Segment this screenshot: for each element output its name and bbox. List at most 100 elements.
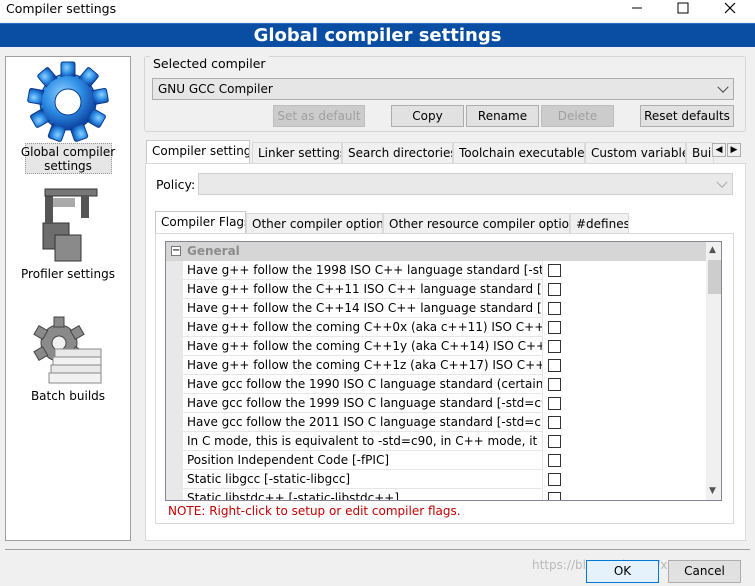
row-gutter (166, 280, 183, 299)
vertical-scrollbar[interactable]: ▲ ▼ (706, 242, 721, 500)
chevron-down-icon (716, 176, 728, 188)
flag-row[interactable]: Static libstdc++ [-static-libstdc++] (166, 489, 706, 500)
row-gutter (166, 394, 183, 413)
batch-gears-icon (33, 316, 102, 384)
banner-title: Global compiler settings (253, 25, 502, 46)
maximize-button[interactable] (665, 0, 701, 16)
flag-row[interactable]: Have g++ follow the coming C++1z (aka C+… (166, 356, 706, 375)
flag-row[interactable]: Have g++ follow the 1998 ISO C++ languag… (166, 261, 706, 280)
row-gutter (166, 337, 183, 356)
tab-toolchain-executables[interactable]: Toolchain executables (453, 142, 585, 163)
flag-checkbox[interactable] (548, 473, 561, 486)
row-gutter (166, 299, 183, 318)
flag-checkbox[interactable] (548, 302, 561, 315)
tab-build-options[interactable]: Bui (686, 142, 714, 163)
tab-defines[interactable]: #defines (570, 213, 629, 233)
flag-row[interactable]: Have gcc follow the 1999 ISO C language … (166, 394, 706, 413)
flag-checkbox[interactable] (548, 454, 561, 467)
flag-label: Have g++ follow the coming C++0x (aka c+… (183, 318, 543, 337)
scroll-down-icon[interactable]: ▼ (709, 486, 716, 496)
tab-scroll-left-button[interactable]: ◀ (712, 143, 726, 157)
flag-label: In C mode, this is equivalent to -std=c9… (183, 432, 543, 451)
row-gutter (166, 470, 183, 489)
flag-checkbox[interactable] (548, 416, 561, 429)
reset-defaults-button[interactable]: Reset defaults (640, 105, 734, 127)
flag-checkbox[interactable] (548, 378, 561, 391)
flag-group-header[interactable]: − General (166, 242, 706, 261)
flag-row[interactable]: Position Independent Code [-fPIC] (166, 451, 706, 470)
copy-button[interactable]: Copy (391, 105, 464, 127)
category-label: Batch builds (30, 389, 106, 403)
minimize-icon (632, 7, 642, 9)
tab-compiler-flags[interactable]: Compiler Flags (155, 211, 246, 233)
flags-note: NOTE: Right-click to setup or edit compi… (168, 504, 461, 518)
flag-row[interactable]: Have gcc follow the 2011 ISO C language … (166, 413, 706, 432)
flag-checkbox[interactable] (548, 283, 561, 296)
chevron-right-icon: ▶ (730, 145, 738, 155)
flag-checkbox[interactable] (548, 435, 561, 448)
title-bar: Compiler settings (0, 0, 755, 22)
flag-row[interactable]: In C mode, this is equivalent to -std=c9… (166, 432, 706, 451)
footer-divider (5, 549, 750, 550)
ok-button[interactable]: OK (586, 560, 659, 583)
flag-row[interactable]: Have g++ follow the coming C++0x (aka c+… (166, 318, 706, 337)
flag-row[interactable]: Have g++ follow the C++14 ISO C++ langua… (166, 299, 706, 318)
row-gutter (166, 451, 183, 470)
flag-checkbox[interactable] (548, 359, 561, 372)
tab-linker-settings[interactable]: Linker settings (252, 142, 342, 163)
chevron-left-icon: ◀ (715, 145, 723, 155)
set-as-default-button[interactable]: Set as default (273, 105, 365, 127)
compiler-select[interactable]: GNU GCC Compiler (152, 78, 734, 100)
flag-label: Have g++ follow the C++14 ISO C++ langua… (183, 299, 543, 318)
category-label: Global compiler settings (20, 145, 116, 173)
flag-checkbox[interactable] (548, 492, 561, 500)
maximize-icon (677, 2, 689, 14)
row-gutter (166, 413, 183, 432)
category-label: Profiler settings (21, 267, 115, 281)
row-gutter (166, 356, 183, 375)
scroll-up-icon[interactable]: ▲ (709, 245, 716, 255)
flag-row[interactable]: Have gcc follow the 1990 ISO C language … (166, 375, 706, 394)
flag-label: Static libstdc++ [-static-libstdc++] (183, 489, 543, 500)
category-profiler-settings[interactable]: Profiler settings (6, 183, 130, 287)
header-banner: Global compiler settings (0, 23, 755, 47)
tab-scroll-right-button[interactable]: ▶ (727, 143, 741, 157)
window-title: Compiler settings (6, 1, 117, 16)
minimize-button[interactable] (619, 0, 655, 16)
flag-checkbox[interactable] (548, 397, 561, 410)
row-gutter (166, 489, 183, 500)
flag-row[interactable]: Static libgcc [-static-libgcc] (166, 470, 706, 489)
rename-button[interactable]: Rename (466, 105, 539, 127)
flag-label: Have g++ follow the coming C++1z (aka C+… (183, 356, 543, 375)
close-button[interactable] (712, 0, 748, 16)
scrollbar-thumb[interactable] (708, 260, 721, 294)
flag-checkbox[interactable] (548, 340, 561, 353)
policy-label: Policy: (156, 177, 196, 192)
flag-row[interactable]: Have g++ follow the C++11 ISO C++ langua… (166, 280, 706, 299)
flag-checkbox[interactable] (548, 264, 561, 277)
collapse-icon[interactable]: − (171, 246, 181, 256)
tab-custom-variables[interactable]: Custom variables (585, 142, 686, 163)
tab-search-directories[interactable]: Search directories (342, 142, 453, 163)
flag-label: Have gcc follow the 1999 ISO C language … (183, 394, 543, 413)
close-icon (724, 2, 736, 14)
tab-other-compiler-options[interactable]: Other compiler options (246, 213, 383, 233)
tab-other-resource-compiler-options[interactable]: Other resource compiler options (383, 213, 570, 233)
flag-checkbox[interactable] (548, 321, 561, 334)
cancel-button[interactable]: Cancel (668, 560, 741, 583)
compiler-flags-grid[interactable]: − General Have g++ follow the 1998 ISO C… (165, 241, 722, 501)
chevron-down-icon (717, 81, 729, 93)
row-gutter (166, 432, 183, 451)
tab-compiler-settings[interactable]: Compiler settings (146, 140, 250, 163)
flag-label: Have g++ follow the C++11 ISO C++ langua… (183, 280, 543, 299)
flag-row[interactable]: Have g++ follow the coming C++1y (aka C+… (166, 337, 706, 356)
policy-select[interactable] (198, 173, 733, 195)
category-global-compiler-settings[interactable]: Global compiler settings (6, 59, 130, 177)
flag-group-title: General (187, 244, 240, 258)
flag-label: Have g++ follow the coming C++1y (aka C+… (183, 337, 543, 356)
row-gutter (166, 261, 183, 280)
selected-compiler-legend: Selected compiler (150, 56, 269, 71)
category-batch-builds[interactable]: Batch builds (6, 309, 130, 409)
delete-button[interactable]: Delete (541, 105, 614, 127)
category-list: Global compiler settings Profiler settin… (5, 56, 131, 541)
